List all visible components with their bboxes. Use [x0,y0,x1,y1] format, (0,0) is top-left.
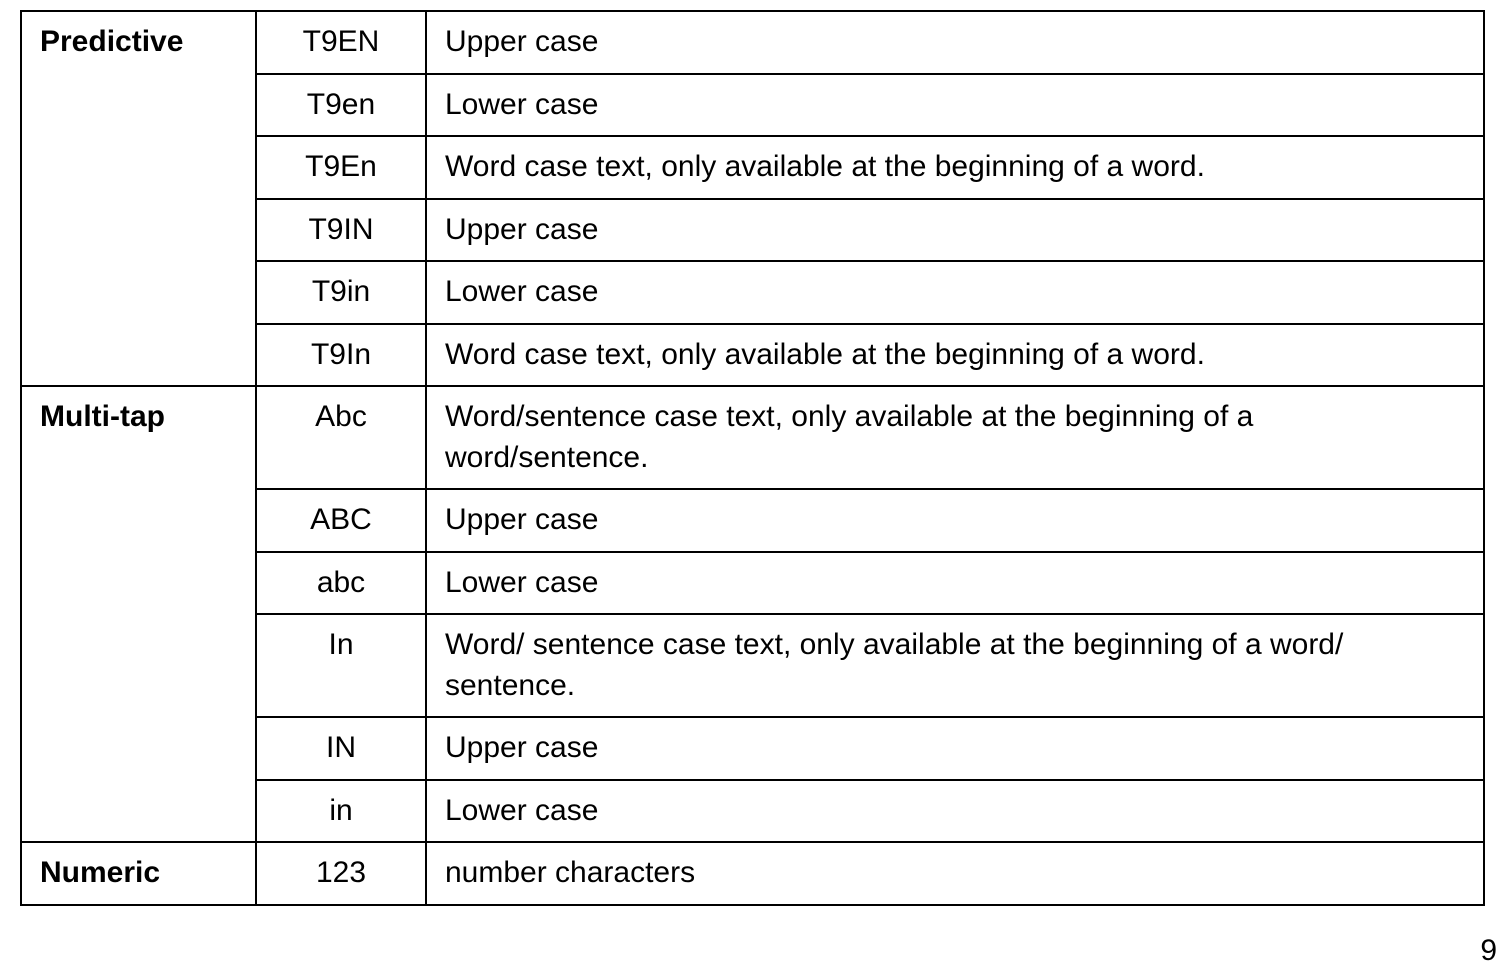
desc-cell: Word case text, only available at the be… [426,324,1484,387]
desc-cell: Upper case [426,199,1484,262]
table-row: Numeric 123 number characters [21,842,1484,905]
desc-cell: Lower case [426,780,1484,843]
desc-cell: Lower case [426,74,1484,137]
code-cell: abc [256,552,426,615]
code-cell: T9In [256,324,426,387]
desc-cell: Word/sentence case text, only available … [426,386,1484,489]
code-cell: T9EN [256,11,426,74]
group-multitap-label: Multi-tap [21,386,256,842]
desc-cell: Word case text, only available at the be… [426,136,1484,199]
desc-cell: Upper case [426,717,1484,780]
desc-cell: Lower case [426,552,1484,615]
code-cell: Abc [256,386,426,489]
page-number: 9 [1480,934,1497,968]
group-predictive-label: Predictive [21,11,256,386]
code-cell: In [256,614,426,717]
input-modes-table: Predictive T9EN Upper case T9en Lower ca… [20,10,1485,906]
code-cell: T9en [256,74,426,137]
code-cell: T9IN [256,199,426,262]
desc-cell: Upper case [426,11,1484,74]
code-cell: in [256,780,426,843]
code-cell: ABC [256,489,426,552]
desc-cell: Upper case [426,489,1484,552]
code-cell: 123 [256,842,426,905]
code-cell: IN [256,717,426,780]
desc-cell: Word/ sentence case text, only available… [426,614,1484,717]
code-cell: T9En [256,136,426,199]
code-cell: T9in [256,261,426,324]
desc-cell: Lower case [426,261,1484,324]
group-numeric-label: Numeric [21,842,256,905]
table-row: Predictive T9EN Upper case [21,11,1484,74]
table-row: Multi-tap Abc Word/sentence case text, o… [21,386,1484,489]
desc-cell: number characters [426,842,1484,905]
